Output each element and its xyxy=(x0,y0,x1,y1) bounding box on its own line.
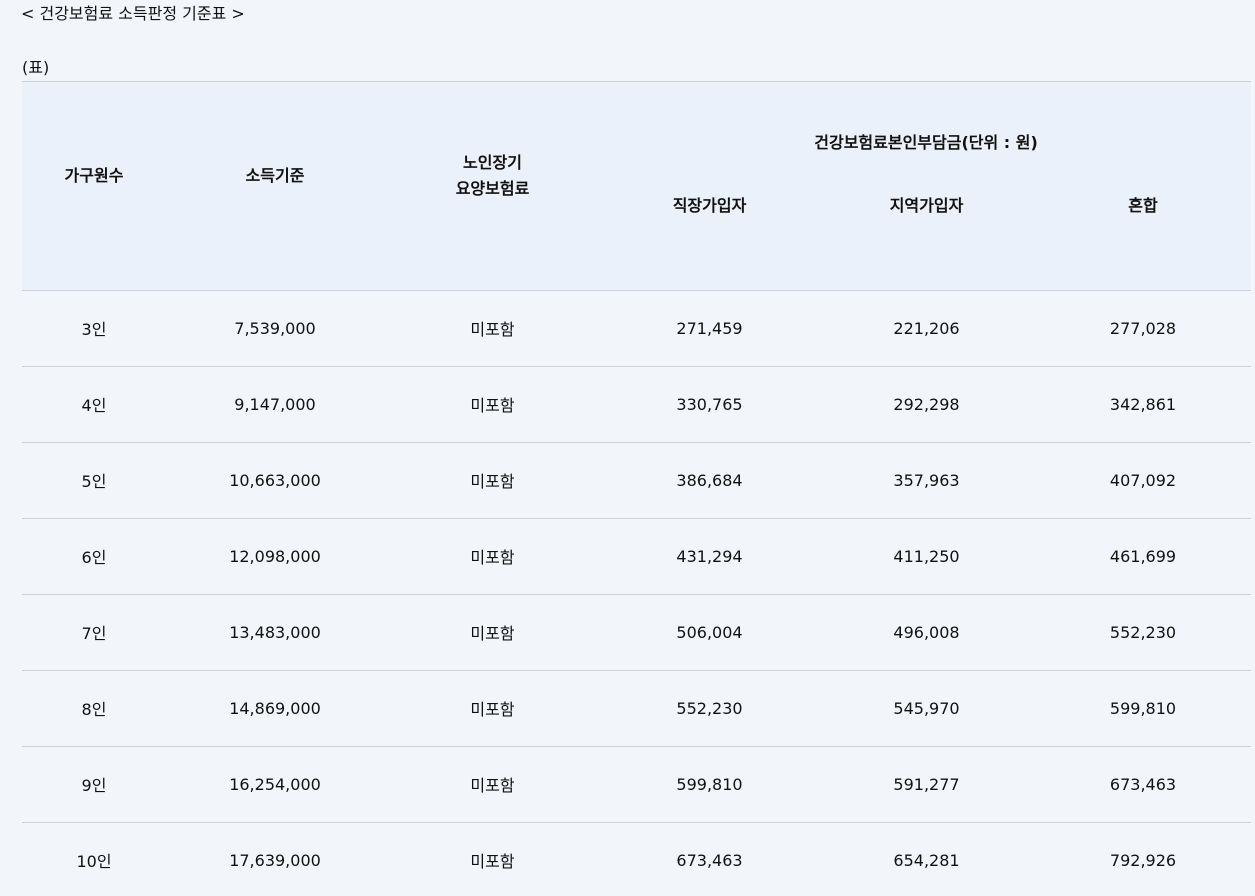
cell-household: 5인 xyxy=(22,442,166,519)
header-household: 가구원수 xyxy=(22,81,166,291)
cell-regional: 411,250 xyxy=(818,518,1035,595)
cell-mixed: 277,028 xyxy=(1035,290,1252,367)
cell-income: 16,254,000 xyxy=(166,746,384,823)
cell-ltc: 미포함 xyxy=(384,594,601,671)
header-ltc-line1: 노인장기 xyxy=(463,152,522,172)
income-criteria-table: 가구원수 소득기준 노인장기 요양보험료 건강보험료본인부담금(단위 : 원) … xyxy=(22,81,1252,896)
cell-income: 17,639,000 xyxy=(166,822,384,896)
cell-mixed: 792,926 xyxy=(1035,822,1252,896)
cell-employee: 506,004 xyxy=(601,594,818,671)
cell-employee: 552,230 xyxy=(601,670,818,747)
table-row: 8인 14,869,000 미포함 552,230 545,970 599,81… xyxy=(22,670,1252,747)
header-employee: 직장가입자 xyxy=(601,166,818,291)
cell-regional: 357,963 xyxy=(818,442,1035,519)
cell-household: 4인 xyxy=(22,366,166,443)
table-row: 7인 13,483,000 미포함 506,004 496,008 552,23… xyxy=(22,594,1252,671)
cell-mixed: 342,861 xyxy=(1035,366,1252,443)
header-mixed: 혼합 xyxy=(1035,166,1252,291)
cell-income: 10,663,000 xyxy=(166,442,384,519)
cell-ltc: 미포함 xyxy=(384,290,601,367)
cell-employee: 386,684 xyxy=(601,442,818,519)
cell-regional: 292,298 xyxy=(818,366,1035,443)
table-header: 가구원수 소득기준 노인장기 요양보험료 건강보험료본인부담금(단위 : 원) … xyxy=(22,81,1252,291)
cell-regional: 654,281 xyxy=(818,822,1035,896)
cell-employee: 330,765 xyxy=(601,366,818,443)
cell-ltc: 미포함 xyxy=(384,670,601,747)
cell-income: 12,098,000 xyxy=(166,518,384,595)
header-income: 소득기준 xyxy=(166,81,384,291)
cell-mixed: 552,230 xyxy=(1035,594,1252,671)
header-ltc-insurance: 노인장기 요양보험료 xyxy=(384,81,601,291)
header-regional: 지역가입자 xyxy=(818,166,1035,291)
cell-ltc: 미포함 xyxy=(384,442,601,519)
cell-employee: 271,459 xyxy=(601,290,818,367)
page: < 건강보험료 소득판정 기준표 > (표) 가구원수 소득기준 노인장기 요양… xyxy=(0,0,1255,896)
cell-household: 10인 xyxy=(22,822,166,896)
cell-mixed: 407,092 xyxy=(1035,442,1252,519)
cell-regional: 591,277 xyxy=(818,746,1035,823)
cell-income: 14,869,000 xyxy=(166,670,384,747)
cell-ltc: 미포함 xyxy=(384,366,601,443)
cell-income: 7,539,000 xyxy=(166,290,384,367)
cell-household: 6인 xyxy=(22,518,166,595)
table-row: 3인 7,539,000 미포함 271,459 221,206 277,028 xyxy=(22,290,1252,367)
table-row: 9인 16,254,000 미포함 599,810 591,277 673,46… xyxy=(22,746,1252,823)
cell-income: 9,147,000 xyxy=(166,366,384,443)
cell-employee: 599,810 xyxy=(601,746,818,823)
table-body: 3인 7,539,000 미포함 271,459 221,206 277,028… xyxy=(22,290,1252,896)
cell-household: 3인 xyxy=(22,290,166,367)
header-ltc-line2: 요양보험료 xyxy=(455,178,530,198)
cell-employee: 431,294 xyxy=(601,518,818,595)
cell-household: 7인 xyxy=(22,594,166,671)
table-row: 10인 17,639,000 미포함 673,463 654,281 792,9… xyxy=(22,822,1252,896)
cell-regional: 221,206 xyxy=(818,290,1035,367)
document-title: < 건강보험료 소득판정 기준표 > xyxy=(21,4,245,23)
cell-household: 8인 xyxy=(22,670,166,747)
cell-regional: 545,970 xyxy=(818,670,1035,747)
header-premium-group: 건강보험료본인부담금(단위 : 원) xyxy=(601,81,1252,166)
cell-income: 13,483,000 xyxy=(166,594,384,671)
table-row: 5인 10,663,000 미포함 386,684 357,963 407,09… xyxy=(22,442,1252,519)
table-row: 6인 12,098,000 미포함 431,294 411,250 461,69… xyxy=(22,518,1252,595)
cell-mixed: 461,699 xyxy=(1035,518,1252,595)
table-row: 4인 9,147,000 미포함 330,765 292,298 342,861 xyxy=(22,366,1252,443)
cell-mixed: 673,463 xyxy=(1035,746,1252,823)
cell-mixed: 599,810 xyxy=(1035,670,1252,747)
cell-ltc: 미포함 xyxy=(384,518,601,595)
cell-ltc: 미포함 xyxy=(384,746,601,823)
cell-household: 9인 xyxy=(22,746,166,823)
cell-ltc: 미포함 xyxy=(384,822,601,896)
cell-employee: 673,463 xyxy=(601,822,818,896)
cell-regional: 496,008 xyxy=(818,594,1035,671)
table-caption: (표) xyxy=(22,58,50,77)
income-criteria-table-container: 가구원수 소득기준 노인장기 요양보험료 건강보험료본인부담금(단위 : 원) … xyxy=(22,81,1252,896)
